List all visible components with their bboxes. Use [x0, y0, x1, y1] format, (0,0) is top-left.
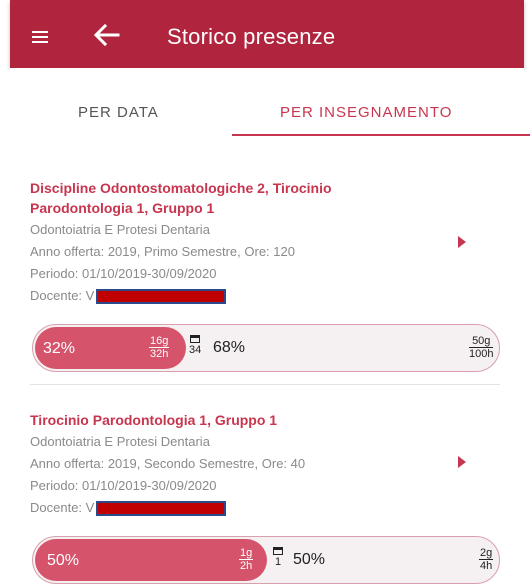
calendar-counter: 34	[189, 335, 201, 356]
attended-fraction: 16g 32h	[149, 335, 170, 360]
course-title: Tirocinio Parodontologia 1, Gruppo 1	[30, 412, 278, 428]
redacted-teacher-name	[96, 289, 227, 305]
page-title: Storico presenze	[167, 24, 336, 49]
attendance-progress: 50% 1g 2h 1 50% 2g 4h	[32, 536, 500, 584]
active-tab-indicator	[232, 134, 530, 136]
course-card[interactable]: Tirocinio Parodontologia 1, Gruppo 1 Odo…	[30, 410, 500, 518]
attendance-progress: 32% 16g 32h 34 68% 50g 100h	[32, 324, 500, 372]
calendar-icon	[273, 547, 283, 555]
remaining-percent: 50%	[293, 551, 326, 568]
redacted-teacher-name	[96, 501, 227, 517]
course-card[interactable]: Discipline Odontostomatologiche 2, Tiroc…	[30, 178, 500, 306]
course-degree: Odontoiatria E Protesi Dentaria	[30, 222, 210, 237]
tab-bar: PER DATA PER INSEGNAMENTO	[10, 68, 530, 138]
attended-fraction: 1g 2h	[239, 547, 254, 572]
attended-percent: 50%	[47, 552, 80, 569]
course-teacher: Docente: V	[30, 498, 500, 518]
course-offer: Anno offerta: 2019, Secondo Semestre, Or…	[30, 456, 306, 471]
course-period: Periodo: 01/10/2019-30/09/2020	[30, 478, 217, 493]
chevron-right-icon[interactable]	[458, 236, 466, 248]
menu-icon[interactable]	[32, 31, 48, 43]
course-title: Discipline Odontostomatologiche 2, Tiroc…	[30, 180, 332, 196]
tab-per-data[interactable]: PER DATA	[78, 104, 159, 121]
course-degree: Odontoiatria E Protesi Dentaria	[30, 434, 210, 449]
app-bar: Storico presenze	[10, 0, 524, 68]
tab-per-insegnamento[interactable]: PER INSEGNAMENTO	[280, 104, 452, 121]
course-teacher: Docente: V	[30, 286, 500, 306]
attended-percent: 32%	[43, 340, 76, 357]
remaining-percent: 68%	[213, 339, 246, 356]
divider	[30, 384, 500, 385]
chevron-right-icon[interactable]	[458, 456, 466, 468]
total-fraction: 50g 100h	[469, 335, 494, 360]
calendar-icon	[190, 335, 201, 343]
back-arrow-icon[interactable]	[92, 22, 120, 48]
course-period: Periodo: 01/10/2019-30/09/2020	[30, 266, 217, 281]
total-fraction: 2g 4h	[479, 547, 494, 572]
calendar-counter: 1	[273, 547, 283, 568]
course-offer: Anno offerta: 2019, Primo Semestre, Ore:…	[30, 244, 295, 259]
course-title-line2: Parodontologia 1, Gruppo 1	[30, 200, 215, 216]
